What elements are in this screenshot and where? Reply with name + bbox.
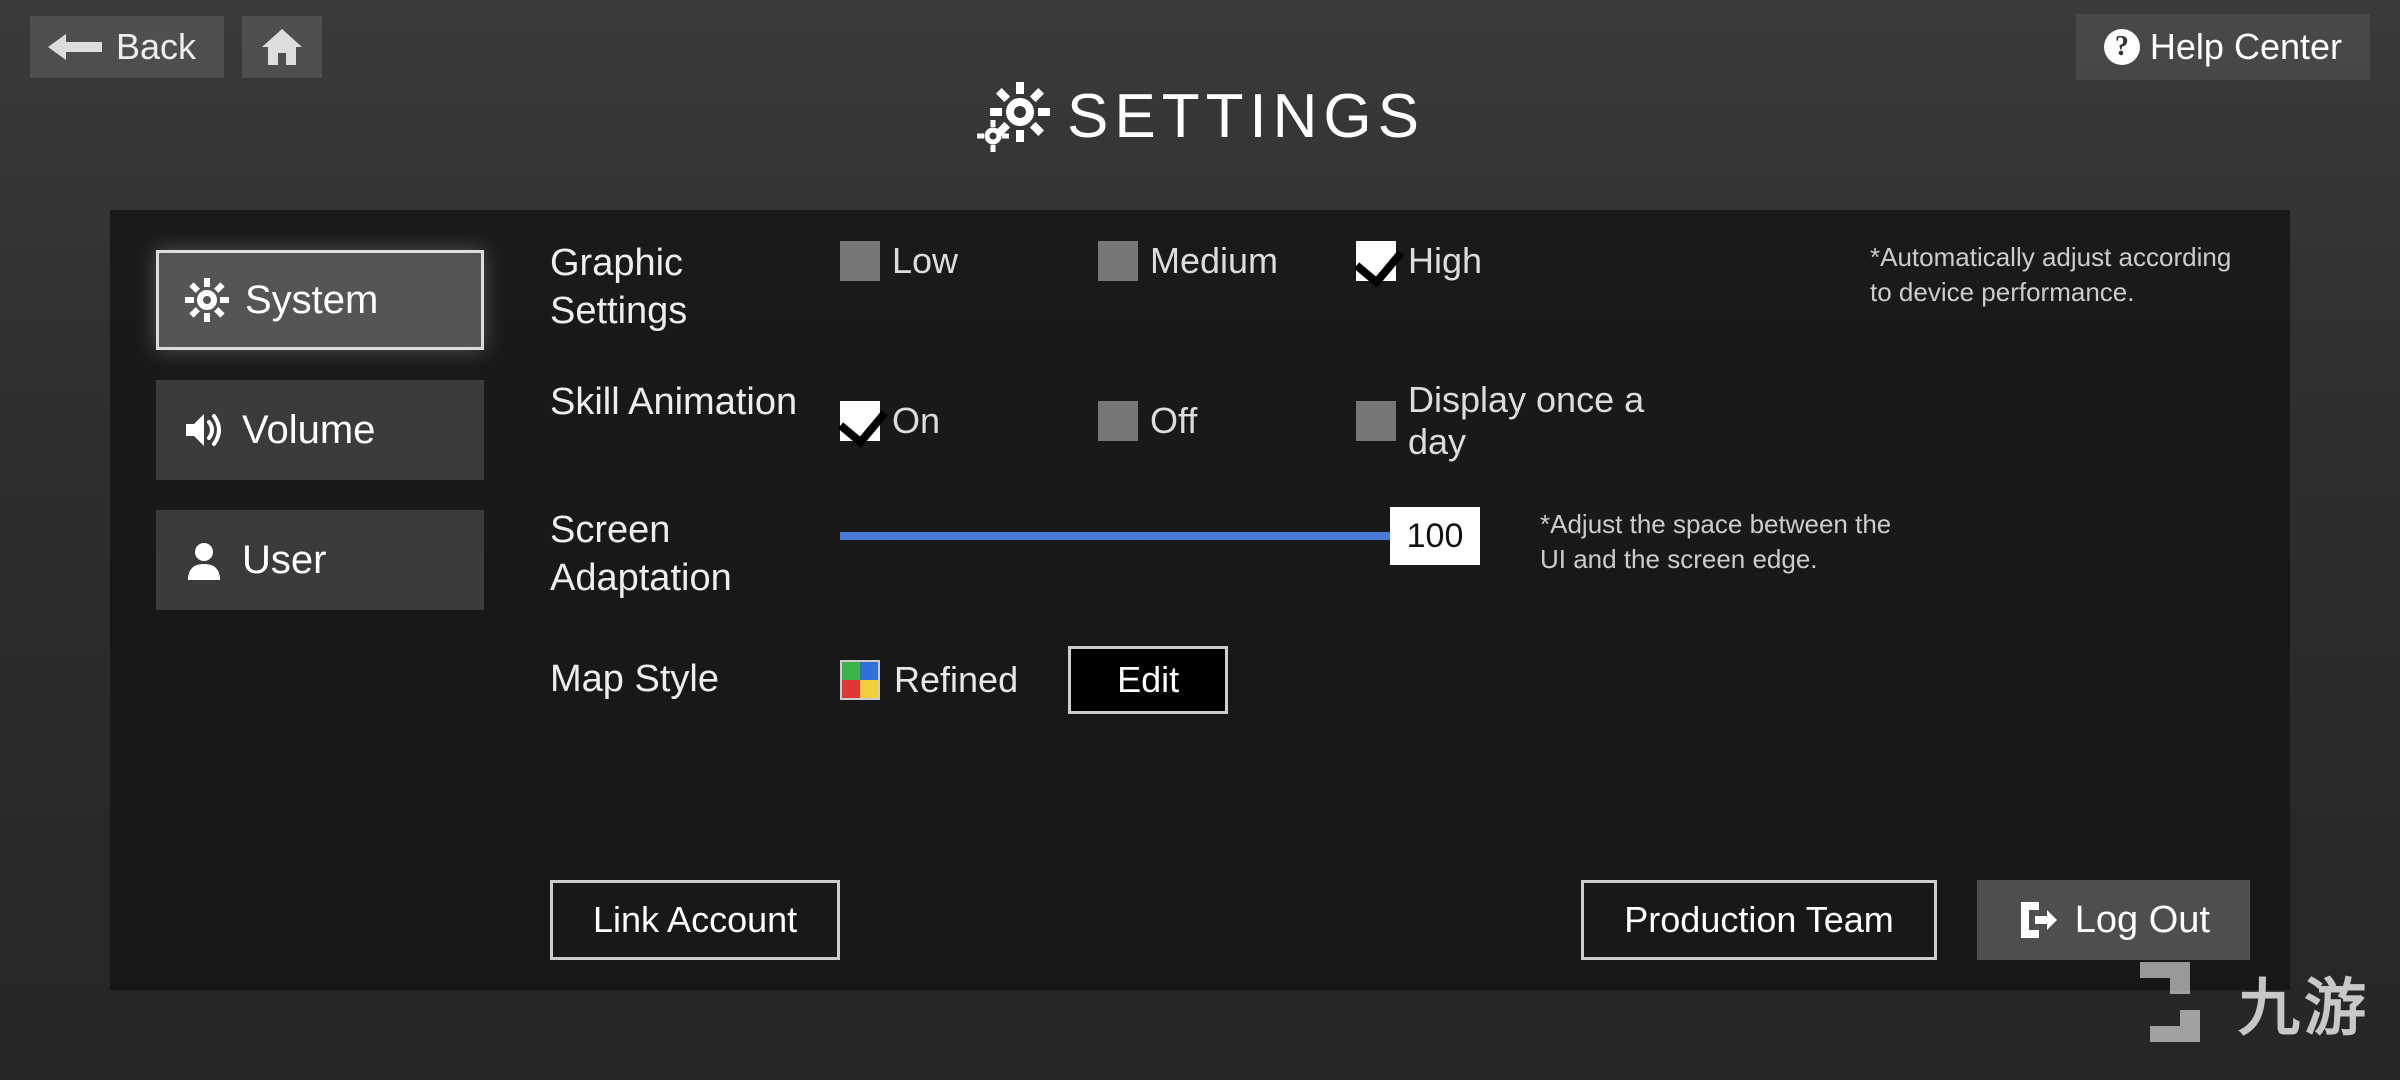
sidebar-item-system[interactable]: System bbox=[156, 250, 484, 350]
map-style-text: Refined bbox=[894, 659, 1018, 701]
row-skill-animation: Skill Animation On Off Display once a da… bbox=[550, 379, 2250, 463]
help-label: Help Center bbox=[2150, 26, 2342, 68]
settings-panel: System Volume User Graphic Settings bbox=[110, 210, 2290, 990]
bottom-button-row: Link Account Production Team Log Out bbox=[550, 850, 2250, 960]
checkbox-checked-icon bbox=[1356, 241, 1396, 281]
checkbox-icon bbox=[1098, 241, 1138, 281]
settings-gear-icon bbox=[975, 80, 1055, 152]
map-style-value: Refined bbox=[840, 659, 1018, 701]
back-label: Back bbox=[116, 26, 196, 68]
page-title: SETTINGS bbox=[0, 80, 2400, 152]
production-team-button[interactable]: Production Team bbox=[1581, 880, 1937, 960]
settings-content: Graphic Settings Low Medium High *Automa… bbox=[530, 210, 2290, 990]
option-label: High bbox=[1408, 240, 1482, 282]
color-grid-icon bbox=[840, 660, 880, 700]
graphic-option-medium[interactable]: Medium bbox=[1098, 240, 1328, 282]
user-icon bbox=[182, 538, 226, 582]
checkbox-icon bbox=[840, 241, 880, 281]
log-out-button[interactable]: Log Out bbox=[1977, 880, 2250, 960]
checkbox-checked-icon bbox=[840, 401, 880, 441]
sidebar-item-label: System bbox=[245, 278, 378, 323]
sidebar: System Volume User bbox=[110, 210, 530, 990]
top-bar: Back ? Help Center bbox=[0, 14, 2400, 80]
title-text: SETTINGS bbox=[1067, 81, 1425, 152]
sidebar-item-label: User bbox=[242, 538, 326, 583]
option-label: Display once a day bbox=[1408, 379, 1696, 463]
link-account-button[interactable]: Link Account bbox=[550, 880, 840, 960]
home-button[interactable] bbox=[242, 16, 322, 78]
skill-animation-label: Skill Animation bbox=[550, 379, 820, 427]
screen-adaptation-label: Screen Adaptation bbox=[550, 507, 820, 602]
graphic-option-low[interactable]: Low bbox=[840, 240, 1070, 282]
help-center-button[interactable]: ? Help Center bbox=[2076, 14, 2370, 80]
checkbox-icon bbox=[1098, 401, 1138, 441]
gear-icon bbox=[185, 278, 229, 322]
skill-option-off[interactable]: Off bbox=[1098, 400, 1328, 442]
option-label: Low bbox=[892, 240, 958, 282]
slider-track bbox=[840, 532, 1390, 540]
sidebar-item-volume[interactable]: Volume bbox=[156, 380, 484, 480]
sidebar-item-user[interactable]: User bbox=[156, 510, 484, 610]
screen-adaptation-hint: *Adjust the space between the UI and the… bbox=[1540, 507, 1920, 577]
screen-adaptation-slider[interactable]: 100 bbox=[840, 507, 1480, 565]
log-out-label: Log Out bbox=[2075, 899, 2210, 942]
skill-option-on[interactable]: On bbox=[840, 400, 1070, 442]
back-arrow-icon bbox=[48, 30, 102, 64]
option-label: Off bbox=[1150, 400, 1197, 442]
graphic-option-high[interactable]: High bbox=[1356, 240, 1586, 282]
help-icon: ? bbox=[2104, 29, 2140, 65]
map-style-edit-button[interactable]: Edit bbox=[1068, 646, 1228, 714]
volume-icon bbox=[182, 408, 226, 452]
row-screen-adaptation: Screen Adaptation 100 *Adjust the space … bbox=[550, 507, 2250, 602]
home-icon bbox=[260, 27, 304, 67]
graphic-hint: *Automatically adjust according to devic… bbox=[1870, 240, 2250, 310]
graphic-settings-label: Graphic Settings bbox=[550, 240, 820, 335]
option-label: On bbox=[892, 400, 940, 442]
checkbox-icon bbox=[1356, 401, 1396, 441]
slider-value: 100 bbox=[1390, 507, 1480, 565]
option-label: Medium bbox=[1150, 240, 1278, 282]
row-map-style: Map Style Refined Edit bbox=[550, 646, 2250, 714]
skill-option-daily[interactable]: Display once a day bbox=[1356, 379, 1696, 463]
sidebar-item-label: Volume bbox=[242, 408, 375, 453]
logout-icon bbox=[2017, 898, 2057, 942]
row-graphic-settings: Graphic Settings Low Medium High *Automa… bbox=[550, 240, 2250, 335]
back-button[interactable]: Back bbox=[30, 16, 224, 78]
map-style-label: Map Style bbox=[550, 656, 820, 704]
